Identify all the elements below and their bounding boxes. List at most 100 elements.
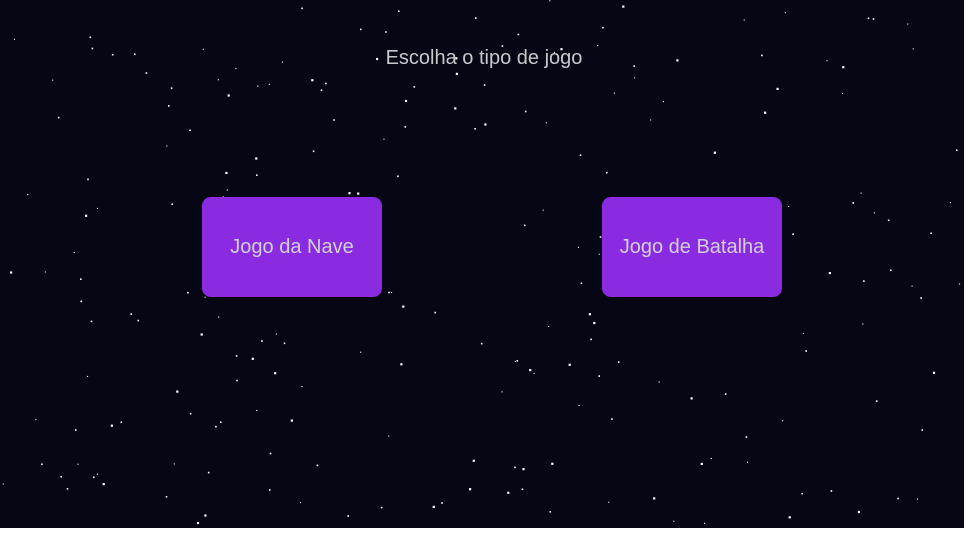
star (137, 319, 140, 322)
star (301, 7, 303, 10)
star (841, 92, 843, 94)
star (863, 280, 865, 282)
star (196, 521, 200, 525)
star (514, 360, 516, 362)
star (168, 105, 170, 107)
star (89, 36, 92, 39)
star (776, 87, 779, 90)
star (261, 340, 263, 342)
star (802, 333, 804, 335)
star (130, 313, 132, 315)
starfield (2, 0, 961, 525)
star (580, 282, 583, 285)
star (360, 351, 362, 353)
star (256, 409, 258, 411)
star (598, 375, 600, 377)
star (413, 86, 416, 88)
star (602, 26, 604, 29)
star (189, 129, 191, 132)
star (226, 189, 228, 191)
star (77, 463, 79, 465)
star (862, 323, 864, 325)
star (35, 419, 37, 421)
star (10, 271, 13, 274)
star (590, 338, 592, 341)
jogo-da-nave-button[interactable]: Jogo da Nave (202, 197, 382, 297)
star (455, 72, 458, 75)
star (268, 489, 271, 491)
star (521, 488, 524, 491)
jogo-de-batalha-button[interactable]: Jogo de Batalha (602, 197, 782, 297)
star (593, 321, 596, 325)
star (613, 92, 615, 94)
star (577, 246, 579, 248)
star (523, 224, 526, 227)
star (764, 111, 767, 114)
star (743, 19, 745, 21)
star (220, 421, 222, 423)
star (617, 361, 620, 363)
star (120, 421, 123, 424)
star (507, 491, 510, 494)
star (166, 145, 168, 147)
star (171, 203, 173, 205)
star (805, 350, 807, 352)
menu-title: Escolha o tipo de jogo (385, 47, 583, 69)
star (311, 79, 314, 82)
star (700, 462, 703, 465)
star (333, 119, 335, 121)
star (44, 271, 46, 273)
star (257, 85, 259, 87)
star (402, 305, 405, 308)
star (217, 79, 219, 81)
star (380, 506, 383, 509)
star (578, 405, 580, 407)
star (545, 122, 547, 124)
star (514, 466, 516, 469)
star (921, 429, 924, 431)
star (606, 171, 608, 174)
star (251, 357, 254, 360)
star (608, 501, 610, 503)
star (80, 278, 82, 280)
star (398, 10, 400, 13)
star (911, 285, 913, 287)
star (710, 457, 712, 459)
star (875, 400, 878, 402)
star (385, 31, 387, 33)
star (441, 502, 443, 504)
star (145, 72, 148, 74)
star (165, 496, 168, 498)
star (57, 116, 60, 119)
star (110, 424, 113, 427)
star (27, 194, 29, 196)
star (75, 429, 77, 431)
star (432, 505, 435, 508)
star (501, 391, 503, 393)
star (598, 253, 600, 255)
star (887, 219, 890, 222)
star (66, 488, 69, 490)
star (959, 283, 961, 285)
star (483, 84, 486, 86)
star (690, 397, 693, 400)
star (713, 151, 716, 154)
star (658, 381, 660, 383)
star (857, 510, 860, 514)
star (784, 12, 786, 14)
star (96, 473, 98, 475)
star (662, 101, 664, 103)
star (634, 77, 636, 79)
star (792, 233, 794, 235)
star (622, 5, 625, 8)
star (404, 99, 408, 103)
star (782, 420, 784, 422)
star (516, 360, 519, 362)
star (227, 94, 230, 97)
star (551, 462, 554, 465)
star (235, 355, 238, 357)
star (404, 126, 407, 128)
star (189, 412, 192, 415)
star (917, 498, 919, 500)
star (873, 212, 875, 214)
